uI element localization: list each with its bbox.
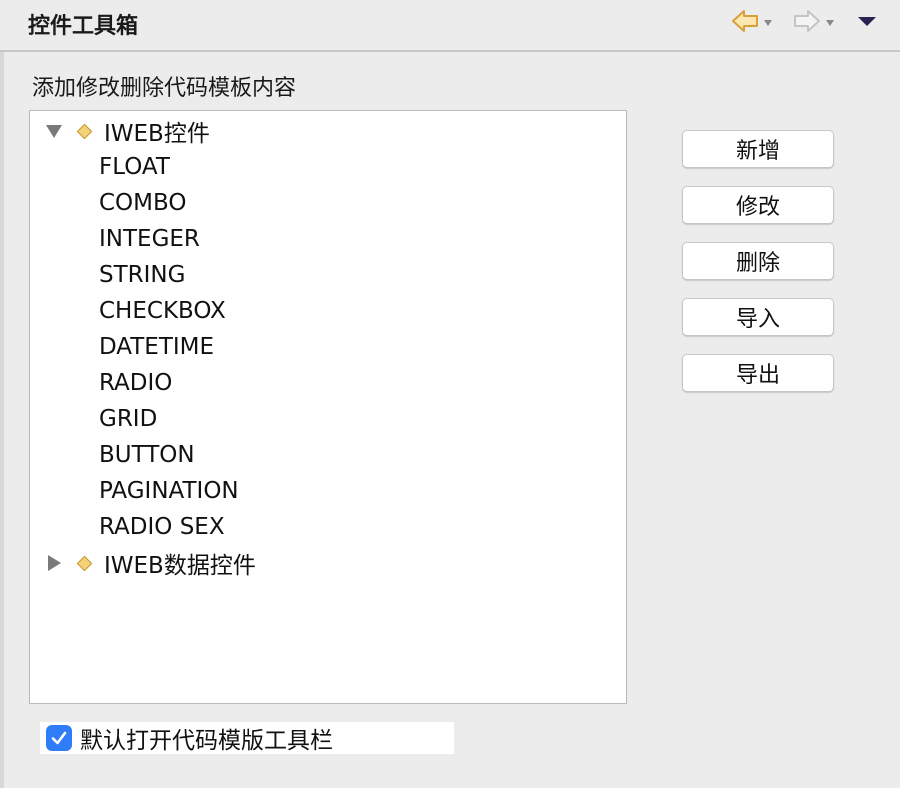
checkmark-icon <box>51 731 67 745</box>
tree-item[interactable]: INTEGER <box>99 221 200 257</box>
back-dropdown-icon[interactable] <box>764 19 772 26</box>
forward-arrow-icon <box>794 10 820 32</box>
template-group-icon <box>76 555 93 572</box>
tree-group-iweb-controls[interactable]: IWEB控件 <box>30 113 626 149</box>
add-button[interactable]: 新增 <box>682 130 834 168</box>
forward-button[interactable] <box>792 6 834 36</box>
tree-item[interactable]: FLOAT <box>99 149 170 185</box>
template-tree[interactable]: IWEB控件 FLOAT COMBO INTEGER STRING CHECKB… <box>29 110 627 704</box>
expand-toggle-icon[interactable] <box>48 555 61 571</box>
description-label: 添加修改删除代码模板内容 <box>32 76 297 101</box>
template-group-icon <box>76 123 93 140</box>
back-arrow-icon <box>732 10 758 32</box>
view-menu-icon <box>858 17 876 26</box>
view-title: 控件工具箱 <box>28 14 139 39</box>
tree-item[interactable]: COMBO <box>99 185 187 221</box>
import-button[interactable]: 导入 <box>682 298 834 336</box>
tree-group-label: IWEB数据控件 <box>104 553 256 579</box>
edit-button[interactable]: 修改 <box>682 186 834 224</box>
open-toolbar-label: 默认打开代码模版工具栏 <box>80 728 333 754</box>
export-button[interactable]: 导出 <box>682 354 834 392</box>
view-menu-button[interactable] <box>856 6 878 36</box>
tree-group-iweb-data-controls[interactable]: IWEB数据控件 <box>30 545 626 581</box>
expand-toggle-icon[interactable] <box>46 125 62 138</box>
tree-group-label: IWEB控件 <box>104 121 210 147</box>
back-button[interactable] <box>730 6 772 36</box>
tree-item[interactable]: GRID <box>99 401 157 437</box>
tree-item[interactable]: RADIO SEX <box>99 509 225 545</box>
tree-item[interactable]: BUTTON <box>99 437 195 473</box>
view-header: 控件工具箱 <box>0 0 900 52</box>
open-toolbar-checkbox[interactable] <box>46 725 72 751</box>
delete-button[interactable]: 删除 <box>682 242 834 280</box>
tree-item[interactable]: PAGINATION <box>99 473 239 509</box>
tree-item[interactable]: DATETIME <box>99 329 214 365</box>
open-toolbar-option[interactable]: 默认打开代码模版工具栏 <box>40 722 454 754</box>
left-edge <box>0 0 4 788</box>
forward-dropdown-icon[interactable] <box>826 19 834 26</box>
tree-item[interactable]: STRING <box>99 257 185 293</box>
tree-item[interactable]: CHECKBOX <box>99 293 226 329</box>
tree-item[interactable]: RADIO <box>99 365 172 401</box>
